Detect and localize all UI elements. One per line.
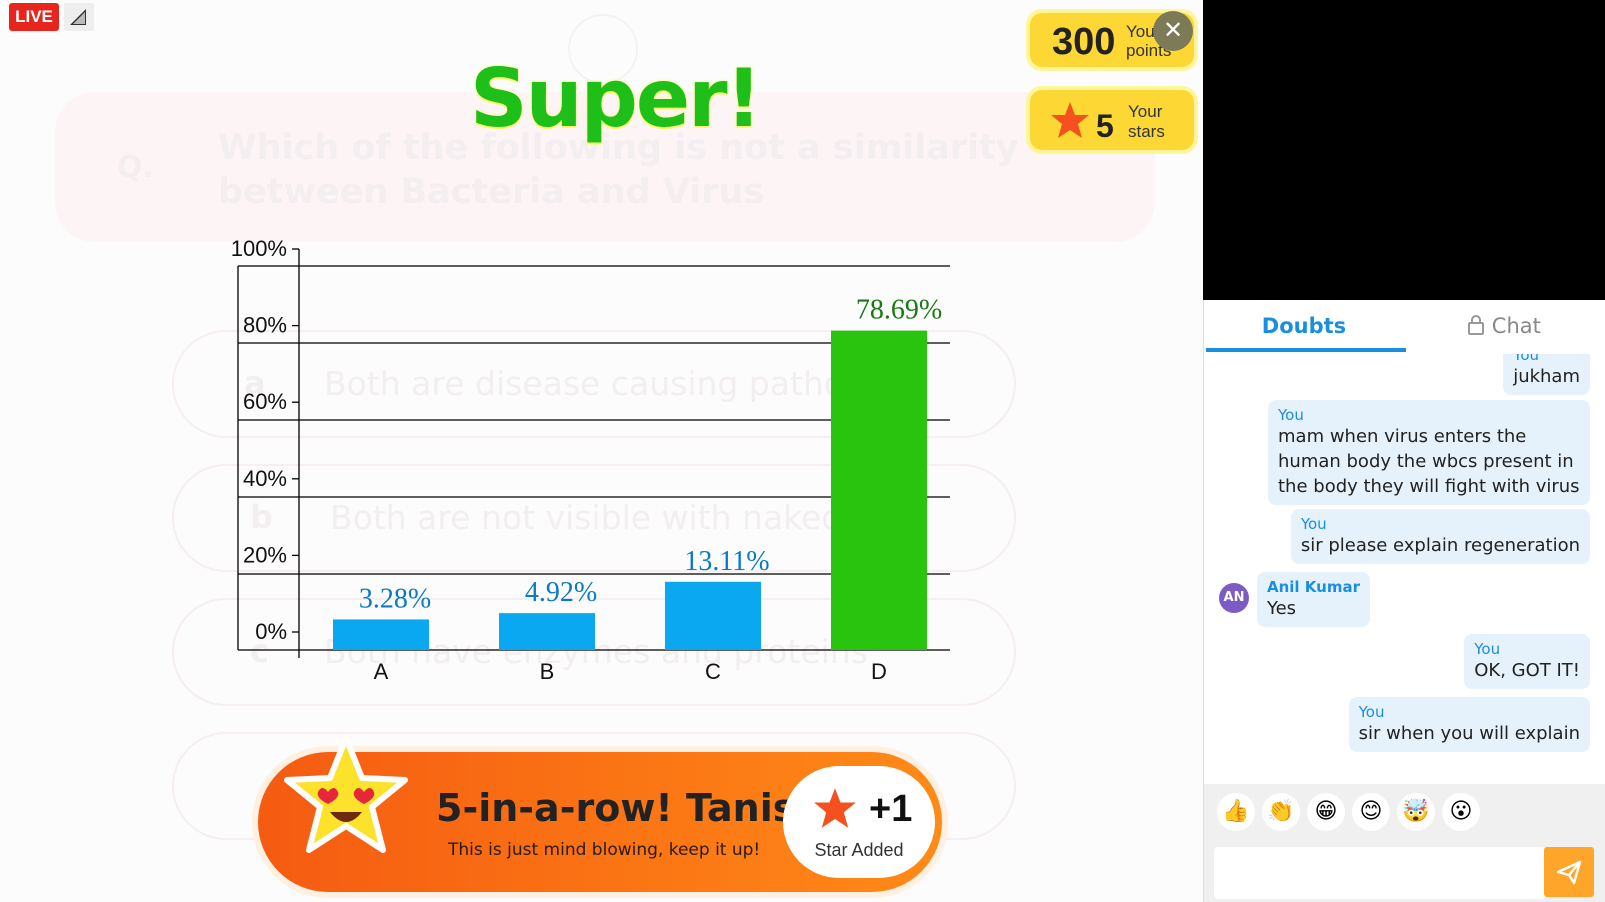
y-tick-label: 60% — [243, 389, 287, 414]
streak-banner: 5-in-a-row! Tanish! This is just mind bl… — [258, 735, 942, 892]
bar-value-label: 3.28% — [359, 583, 431, 614]
tab-chat[interactable]: Chat — [1404, 314, 1604, 338]
star-added-badge: +1 Star Added — [783, 766, 935, 878]
message-author: You — [1513, 354, 1540, 364]
message-bubble: You jukham — [1503, 354, 1590, 395]
message-list[interactable]: You jukham You mam when virus enters the… — [1204, 354, 1605, 784]
smile-icon[interactable]: 😊 — [1352, 793, 1390, 831]
message-bubble: You OK, GOT IT! — [1464, 634, 1590, 689]
message-text: OK, GOT IT! — [1474, 660, 1580, 681]
avatar: AN — [1219, 583, 1249, 613]
star-icon — [1051, 102, 1089, 138]
video-feed[interactable] — [1203, 0, 1605, 300]
message-input[interactable] — [1214, 847, 1546, 899]
result-title: Super! — [470, 52, 762, 145]
send-button[interactable] — [1544, 847, 1594, 897]
message-author: You — [1474, 640, 1501, 658]
stars-label-line2: stars — [1128, 122, 1165, 141]
star-added-label: Star Added — [814, 840, 904, 860]
mind-blown-icon[interactable]: 🤯 — [1397, 793, 1435, 831]
star-face-icon — [284, 735, 408, 853]
thumbs-up-icon[interactable]: 👍 — [1217, 793, 1255, 831]
star-icon — [814, 788, 856, 828]
grin-icon[interactable]: 😁 — [1307, 793, 1345, 831]
message-author: You — [1358, 703, 1385, 721]
bar-a — [333, 619, 429, 650]
message-text: jukham — [1513, 366, 1580, 387]
bar-d — [831, 330, 927, 650]
plus-one: +1 — [869, 788, 913, 830]
active-tab-indicator — [1206, 348, 1406, 352]
reaction-bar: 👍 👏 😁 😊 🤯 😮 — [1204, 784, 1605, 844]
bar-value-label: 78.69% — [856, 295, 942, 326]
bar-value-label: 4.92% — [525, 577, 597, 608]
message-text: sir when you will explain — [1358, 723, 1580, 744]
composer — [1204, 844, 1605, 902]
message-author: You — [1300, 515, 1327, 533]
bar-b — [499, 613, 595, 650]
y-tick-label: 100% — [231, 236, 287, 261]
answer-distribution-chart: 0% 20% 40% 60% 80% 100% 3.28% A 4.92% B 13.11% C 78.… — [231, 236, 950, 684]
bar-value-label: 13.11% — [684, 546, 769, 577]
message-bubble: Anil Kumar Yes — [1257, 572, 1370, 627]
message-text: Yes — [1267, 598, 1297, 619]
y-tick-label: 80% — [243, 313, 287, 338]
doubts-panel: Doubts Chat You jukham You mam when viru… — [1203, 300, 1605, 902]
quiz-stage: Q. Which of the following is not a simil… — [0, 0, 1203, 902]
message-bubble: You mam when virus enters the human body… — [1268, 400, 1590, 505]
message-bubble: You sir please explain regeneration — [1290, 509, 1590, 564]
y-tick-label: 0% — [255, 619, 287, 644]
question-marker: Q. — [117, 150, 154, 185]
live-badge: LIVE — [9, 3, 59, 31]
tab-chat-label: Chat — [1491, 314, 1541, 338]
message-author: You — [1278, 406, 1304, 424]
message-text: mam when virus enters the human body the… — [1278, 426, 1580, 497]
message-bubble: You sir when you will explain — [1348, 697, 1590, 752]
streak-subtitle: This is just mind blowing, keep it up! — [448, 840, 761, 860]
send-icon — [1556, 860, 1582, 885]
x-tick-label: C — [705, 659, 721, 684]
stars-label-line1: Your — [1128, 102, 1163, 121]
message-text: sir please explain regeneration — [1300, 535, 1580, 556]
lock-icon — [1468, 315, 1485, 335]
points-value: 300 — [1052, 21, 1116, 63]
streak-title: 5-in-a-row! Tanish! — [436, 786, 840, 830]
x-tick-label: B — [540, 659, 555, 684]
tab-doubts[interactable]: Doubts — [1204, 314, 1404, 338]
close-icon[interactable]: ✕ — [1153, 11, 1193, 51]
clap-icon[interactable]: 👏 — [1262, 793, 1300, 831]
message-author: Anil Kumar — [1267, 578, 1360, 596]
stars-value: 5 — [1096, 108, 1114, 144]
surprised-icon[interactable]: 😮 — [1442, 793, 1480, 831]
signal-icon[interactable] — [64, 3, 94, 31]
x-tick-label: D — [871, 659, 887, 684]
y-tick-label: 40% — [243, 466, 287, 491]
bar-c — [665, 581, 761, 650]
x-tick-label: A — [374, 659, 389, 684]
stars-card: 5 Your stars — [1026, 86, 1198, 154]
y-tick-label: 20% — [243, 542, 287, 567]
